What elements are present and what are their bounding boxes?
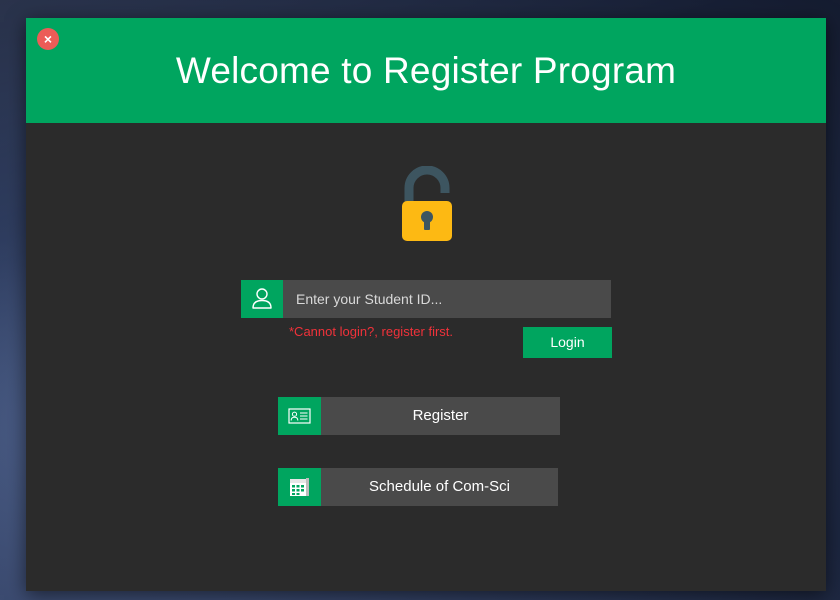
padlock-icon [402, 166, 452, 241]
register-button-label: Register [321, 397, 560, 435]
register-window: × Welcome to Register Program *Cannot lo… [26, 18, 826, 591]
schedule-icon-box [278, 468, 321, 506]
student-id-field-icon-box [241, 280, 283, 318]
student-id-input[interactable] [283, 280, 611, 318]
schedule-button[interactable]: Schedule of Com-Sci [278, 468, 558, 506]
login-button[interactable]: Login [523, 327, 612, 358]
title-bar: × Welcome to Register Program [26, 18, 826, 123]
register-button[interactable]: Register [278, 397, 560, 435]
schedule-button-label: Schedule of Com-Sci [321, 468, 558, 506]
register-icon-box [278, 397, 321, 435]
calendar-icon [290, 478, 309, 496]
login-error-message: *Cannot login?, register first. [289, 324, 454, 339]
user-icon [252, 288, 272, 309]
close-icon: × [43, 31, 53, 47]
id-card-icon [288, 408, 311, 424]
window-title: Welcome to Register Program [175, 50, 677, 91]
